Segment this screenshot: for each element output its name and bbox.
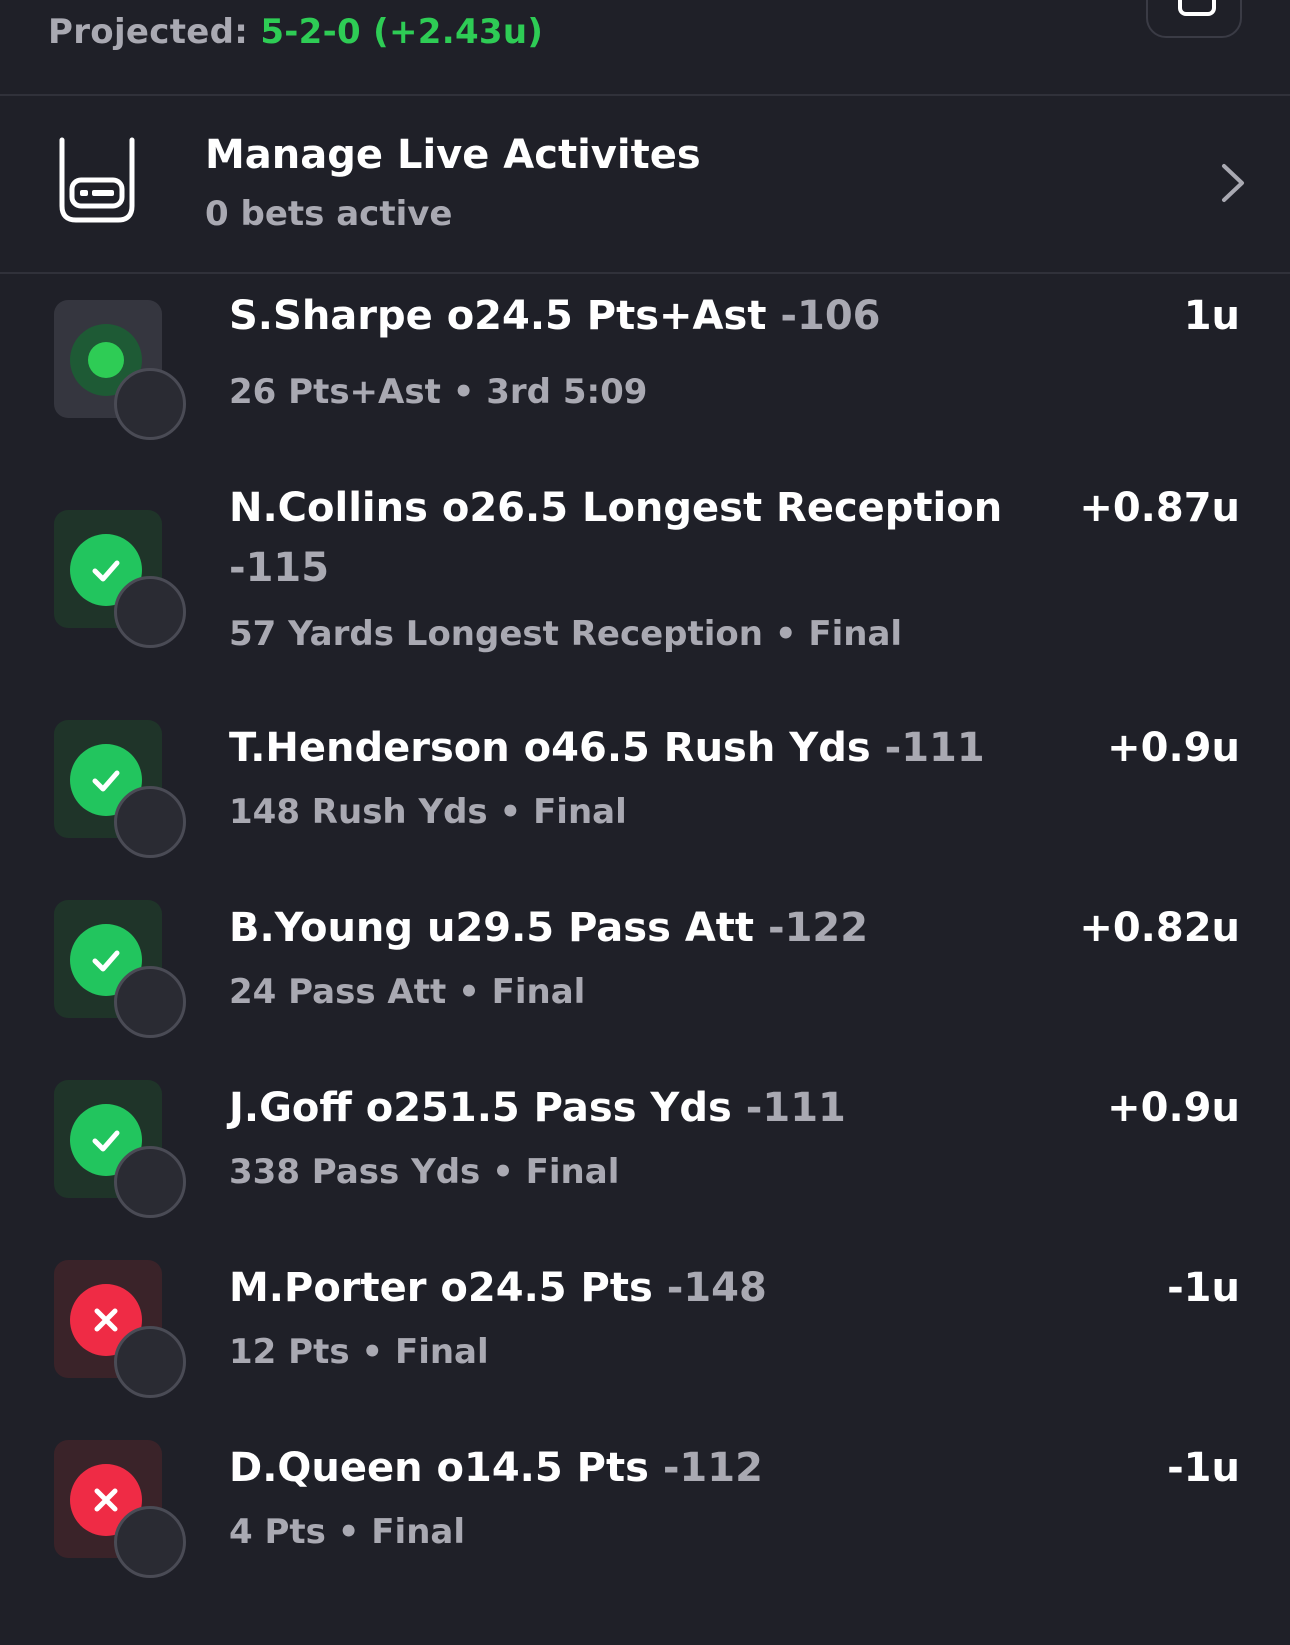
share-icon: [1178, 0, 1216, 16]
bet-title-text: S.Sharpe o24.5 Pts+Ast: [229, 293, 767, 339]
check-icon: [92, 560, 120, 582]
bet-row[interactable]: S.Sharpe o24.5 Pts+Ast -106 26 Pts+Ast •…: [0, 286, 1290, 440]
player-avatar: [114, 966, 186, 1038]
bet-odds: -112: [662, 1445, 763, 1491]
bet-detail: 338 Pass Yds • Final: [229, 1152, 620, 1192]
bet-units: +0.9u: [1107, 725, 1240, 771]
x-icon: [94, 1488, 118, 1512]
bet-odds: -111: [884, 725, 985, 771]
live-activities-title: Manage Live Activites: [205, 132, 701, 178]
projected-summary: Projected: 5-2-0 (+2.43u): [48, 12, 543, 52]
bet-odds: -106: [780, 293, 881, 339]
bet-detail: 12 Pts • Final: [229, 1332, 489, 1372]
player-avatar: [114, 368, 186, 440]
bet-title-text: B.Young u29.5 Pass Att: [229, 905, 755, 951]
bet-detail: 4 Pts • Final: [229, 1512, 465, 1552]
bet-units: +0.82u: [1079, 905, 1240, 951]
bet-title: B.Young u29.5 Pass Att -122: [229, 898, 1009, 958]
bet-detail: 24 Pass Att • Final: [229, 972, 586, 1012]
bet-detail: 26 Pts+Ast • 3rd 5:09: [229, 372, 648, 412]
bet-units: -1u: [1167, 1265, 1240, 1311]
live-dot-icon: [88, 342, 124, 378]
manage-live-activities-row[interactable]: Manage Live Activites 0 bets active: [0, 96, 1290, 274]
bet-odds: -111: [745, 1085, 846, 1131]
bet-odds: -148: [666, 1265, 767, 1311]
bet-detail: 148 Rush Yds • Final: [229, 792, 627, 832]
chevron-right-icon: [1222, 164, 1244, 202]
live-activities-count: 0 bets active: [205, 194, 453, 234]
bet-row[interactable]: D.Queen o14.5 Pts -112 4 Pts • Final -1u: [0, 1438, 1290, 1588]
bet-title-text: T.Henderson o46.5 Rush Yds: [229, 725, 871, 771]
player-avatar: [114, 1506, 186, 1578]
bet-odds: -122: [767, 905, 869, 951]
bet-row[interactable]: T.Henderson o46.5 Rush Yds -111 148 Rush…: [0, 718, 1290, 868]
check-icon: [92, 770, 120, 792]
check-icon: [92, 1130, 120, 1152]
bet-units: 1u: [1183, 293, 1240, 339]
share-button[interactable]: [1146, 0, 1242, 38]
bet-row[interactable]: M.Porter o24.5 Pts -148 12 Pts • Final -…: [0, 1258, 1290, 1408]
player-avatar: [114, 1146, 186, 1218]
bet-row[interactable]: N.Collins o26.5 Longest Reception -115 5…: [0, 478, 1290, 668]
projected-value: 5-2-0 (+2.43u): [260, 12, 544, 52]
bet-title: N.Collins o26.5 Longest Reception -115: [229, 478, 1009, 598]
bet-title-text: J.Goff o251.5 Pass Yds: [229, 1085, 732, 1131]
bet-title: T.Henderson o46.5 Rush Yds -111: [229, 718, 1009, 778]
bet-title: D.Queen o14.5 Pts -112: [229, 1438, 1009, 1498]
header: Projected: 5-2-0 (+2.43u): [0, 0, 1290, 96]
bet-title-text: D.Queen o14.5 Pts: [229, 1445, 649, 1491]
bet-units: +0.87u: [1079, 485, 1240, 531]
bet-detail: 57 Yards Longest Reception • Final: [229, 614, 903, 654]
bet-row[interactable]: J.Goff o251.5 Pass Yds -111 338 Pass Yds…: [0, 1078, 1290, 1228]
bet-row[interactable]: B.Young u29.5 Pass Att -122 24 Pass Att …: [0, 898, 1290, 1048]
player-avatar: [114, 1326, 186, 1398]
bet-odds: -115: [229, 545, 330, 591]
bet-title: M.Porter o24.5 Pts -148: [229, 1258, 1009, 1318]
bet-title: J.Goff o251.5 Pass Yds -111: [229, 1078, 1009, 1138]
bet-title-text: N.Collins o26.5 Longest Reception: [229, 485, 1003, 531]
bet-title-text: M.Porter o24.5 Pts: [229, 1265, 653, 1311]
player-avatar: [114, 786, 186, 858]
bet-title: S.Sharpe o24.5 Pts+Ast -106: [229, 286, 1009, 346]
bet-units: +0.9u: [1107, 1085, 1240, 1131]
live-activity-icon: [59, 137, 135, 223]
player-avatar: [114, 576, 186, 648]
projected-label: Projected:: [48, 12, 249, 52]
x-icon: [94, 1308, 118, 1332]
bet-units: -1u: [1167, 1445, 1240, 1491]
check-icon: [92, 950, 120, 972]
